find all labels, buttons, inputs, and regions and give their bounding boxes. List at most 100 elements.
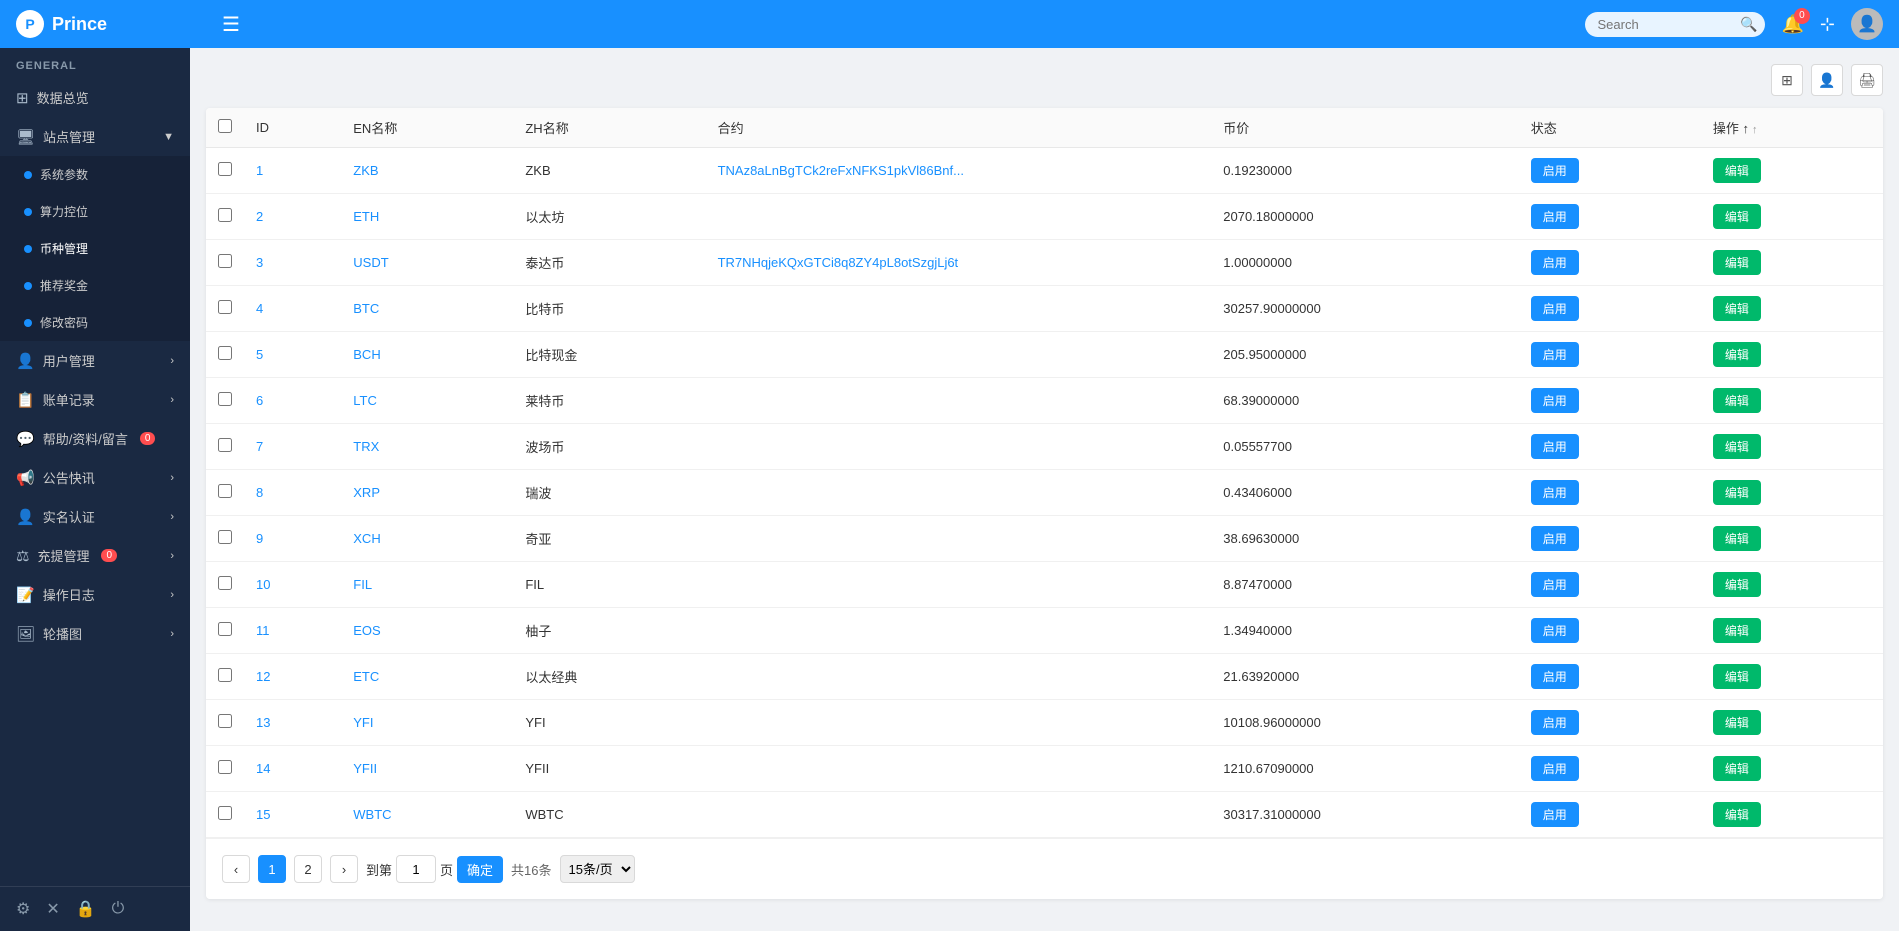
sidebar-item-carousel[interactable]: 🖼 轮播图 ›: [0, 614, 190, 653]
edit-button[interactable]: 编辑: [1713, 756, 1761, 781]
print-button[interactable]: 🖨: [1851, 64, 1883, 96]
row-checkbox[interactable]: [218, 530, 232, 544]
sidebar-item-change-password[interactable]: 修改密码: [0, 304, 190, 341]
col-action[interactable]: 操作 ↑: [1701, 108, 1883, 148]
row-zh-name: 瑞波: [513, 470, 705, 516]
search-icon[interactable]: 🔍: [1740, 16, 1757, 33]
sidebar-item-recharge-management[interactable]: ⚖ 充提管理 0 ›: [0, 536, 190, 575]
sidebar-item-system-params[interactable]: 系统参数: [0, 156, 190, 193]
sidebar-item-user-management[interactable]: 👤 用户管理 ›: [0, 341, 190, 380]
edit-button[interactable]: 编辑: [1713, 710, 1761, 735]
notification-bell-button[interactable]: 🔔 0: [1781, 14, 1803, 35]
table-row: 13 YFI YFI 10108.96000000 启用 编辑: [206, 700, 1883, 746]
lock-icon[interactable]: 🔒: [76, 899, 96, 919]
row-contract: [706, 700, 1212, 746]
edit-button[interactable]: 编辑: [1713, 618, 1761, 643]
row-status: 启用: [1519, 792, 1701, 838]
enable-button[interactable]: 启用: [1531, 388, 1579, 413]
menu-toggle-button[interactable]: ☰: [222, 12, 240, 37]
row-action: 编辑: [1701, 746, 1883, 792]
row-checkbox[interactable]: [218, 576, 232, 590]
enable-button[interactable]: 启用: [1531, 526, 1579, 551]
enable-button[interactable]: 启用: [1531, 618, 1579, 643]
row-checkbox[interactable]: [218, 254, 232, 268]
enable-button[interactable]: 启用: [1531, 158, 1579, 183]
row-checkbox[interactable]: [218, 806, 232, 820]
sidebar-item-help-feedback[interactable]: 💬 帮助/资料/留言 0: [0, 419, 190, 458]
edit-button[interactable]: 编辑: [1713, 434, 1761, 459]
edit-button[interactable]: 编辑: [1713, 342, 1761, 367]
sidebar-item-label: 修改密码: [40, 314, 88, 331]
log-icon: 📝: [16, 586, 35, 604]
sidebar-item-label: 账单记录: [43, 390, 95, 409]
edit-button[interactable]: 编辑: [1713, 526, 1761, 551]
edit-button[interactable]: 编辑: [1713, 158, 1761, 183]
notification-badge: 0: [1794, 8, 1810, 24]
row-checkbox[interactable]: [218, 392, 232, 406]
power-icon[interactable]: ⏻: [112, 900, 125, 918]
enable-button[interactable]: 启用: [1531, 802, 1579, 827]
close-icon[interactable]: ✕: [46, 899, 59, 919]
row-status: 启用: [1519, 240, 1701, 286]
search-input[interactable]: [1585, 12, 1765, 37]
sidebar-item-announcements[interactable]: 📢 公告快讯 ›: [0, 458, 190, 497]
sidebar-item-coin-management[interactable]: 币种管理: [0, 230, 190, 267]
edit-button[interactable]: 编辑: [1713, 296, 1761, 321]
next-page-button[interactable]: ›: [330, 855, 358, 883]
row-status: 启用: [1519, 424, 1701, 470]
enable-button[interactable]: 启用: [1531, 480, 1579, 505]
row-checkbox[interactable]: [218, 438, 232, 452]
enable-button[interactable]: 启用: [1531, 572, 1579, 597]
page-2-button[interactable]: 2: [294, 855, 322, 883]
sidebar-footer: ⚙ ✕ 🔒 ⏻: [0, 886, 190, 931]
image-icon: 🖼: [16, 625, 35, 643]
enable-button[interactable]: 启用: [1531, 204, 1579, 229]
sidebar-item-site-management[interactable]: 🖥 站点管理 ▼: [0, 117, 190, 156]
row-checkbox[interactable]: [218, 668, 232, 682]
sidebar-item-referral-bonus[interactable]: 推荐奖金: [0, 267, 190, 304]
edit-button[interactable]: 编辑: [1713, 802, 1761, 827]
enable-button[interactable]: 启用: [1531, 756, 1579, 781]
table-row: 4 BTC 比特币 30257.90000000 启用 编辑: [206, 286, 1883, 332]
enable-button[interactable]: 启用: [1531, 342, 1579, 367]
row-action: 编辑: [1701, 562, 1883, 608]
sidebar-item-label: 操作日志: [43, 585, 95, 604]
page-1-button[interactable]: 1: [258, 855, 286, 883]
edit-button[interactable]: 编辑: [1713, 480, 1761, 505]
layout-toggle-button[interactable]: ⊹: [1820, 14, 1835, 35]
sidebar-item-hashrate-control[interactable]: 算力控位: [0, 193, 190, 230]
sidebar-item-account-records[interactable]: 📋 账单记录 ›: [0, 380, 190, 419]
enable-button[interactable]: 启用: [1531, 710, 1579, 735]
user-view-button[interactable]: 👤: [1811, 64, 1843, 96]
row-checkbox[interactable]: [218, 484, 232, 498]
user-avatar[interactable]: 👤: [1851, 8, 1883, 40]
row-checkbox[interactable]: [218, 346, 232, 360]
edit-button[interactable]: 编辑: [1713, 388, 1761, 413]
page-size-select[interactable]: 10条/页 15条/页 20条/页 50条/页: [560, 855, 635, 883]
edit-button[interactable]: 编辑: [1713, 572, 1761, 597]
edit-button[interactable]: 编辑: [1713, 664, 1761, 689]
row-checkbox[interactable]: [218, 760, 232, 774]
row-checkbox[interactable]: [218, 714, 232, 728]
row-checkbox[interactable]: [218, 300, 232, 314]
prev-page-button[interactable]: ‹: [222, 855, 250, 883]
sidebar-item-dashboard[interactable]: ⊞ 数据总览: [0, 78, 190, 117]
sidebar-item-label: 实名认证: [43, 507, 95, 526]
enable-button[interactable]: 启用: [1531, 434, 1579, 459]
sidebar-item-real-name-auth[interactable]: 👤 实名认证 ›: [0, 497, 190, 536]
edit-button[interactable]: 编辑: [1713, 204, 1761, 229]
row-zh-name: 泰达币: [513, 240, 705, 286]
sidebar-item-operation-log[interactable]: 📝 操作日志 ›: [0, 575, 190, 614]
select-all-checkbox[interactable]: [218, 119, 232, 133]
enable-button[interactable]: 启用: [1531, 296, 1579, 321]
edit-button[interactable]: 编辑: [1713, 250, 1761, 275]
row-checkbox[interactable]: [218, 208, 232, 222]
row-checkbox[interactable]: [218, 622, 232, 636]
enable-button[interactable]: 启用: [1531, 250, 1579, 275]
enable-button[interactable]: 启用: [1531, 664, 1579, 689]
goto-confirm-button[interactable]: 确定: [457, 856, 503, 883]
page-number-input[interactable]: [396, 855, 436, 883]
grid-view-button[interactable]: ⊞: [1771, 64, 1803, 96]
settings-icon[interactable]: ⚙: [16, 899, 30, 919]
row-checkbox[interactable]: [218, 162, 232, 176]
